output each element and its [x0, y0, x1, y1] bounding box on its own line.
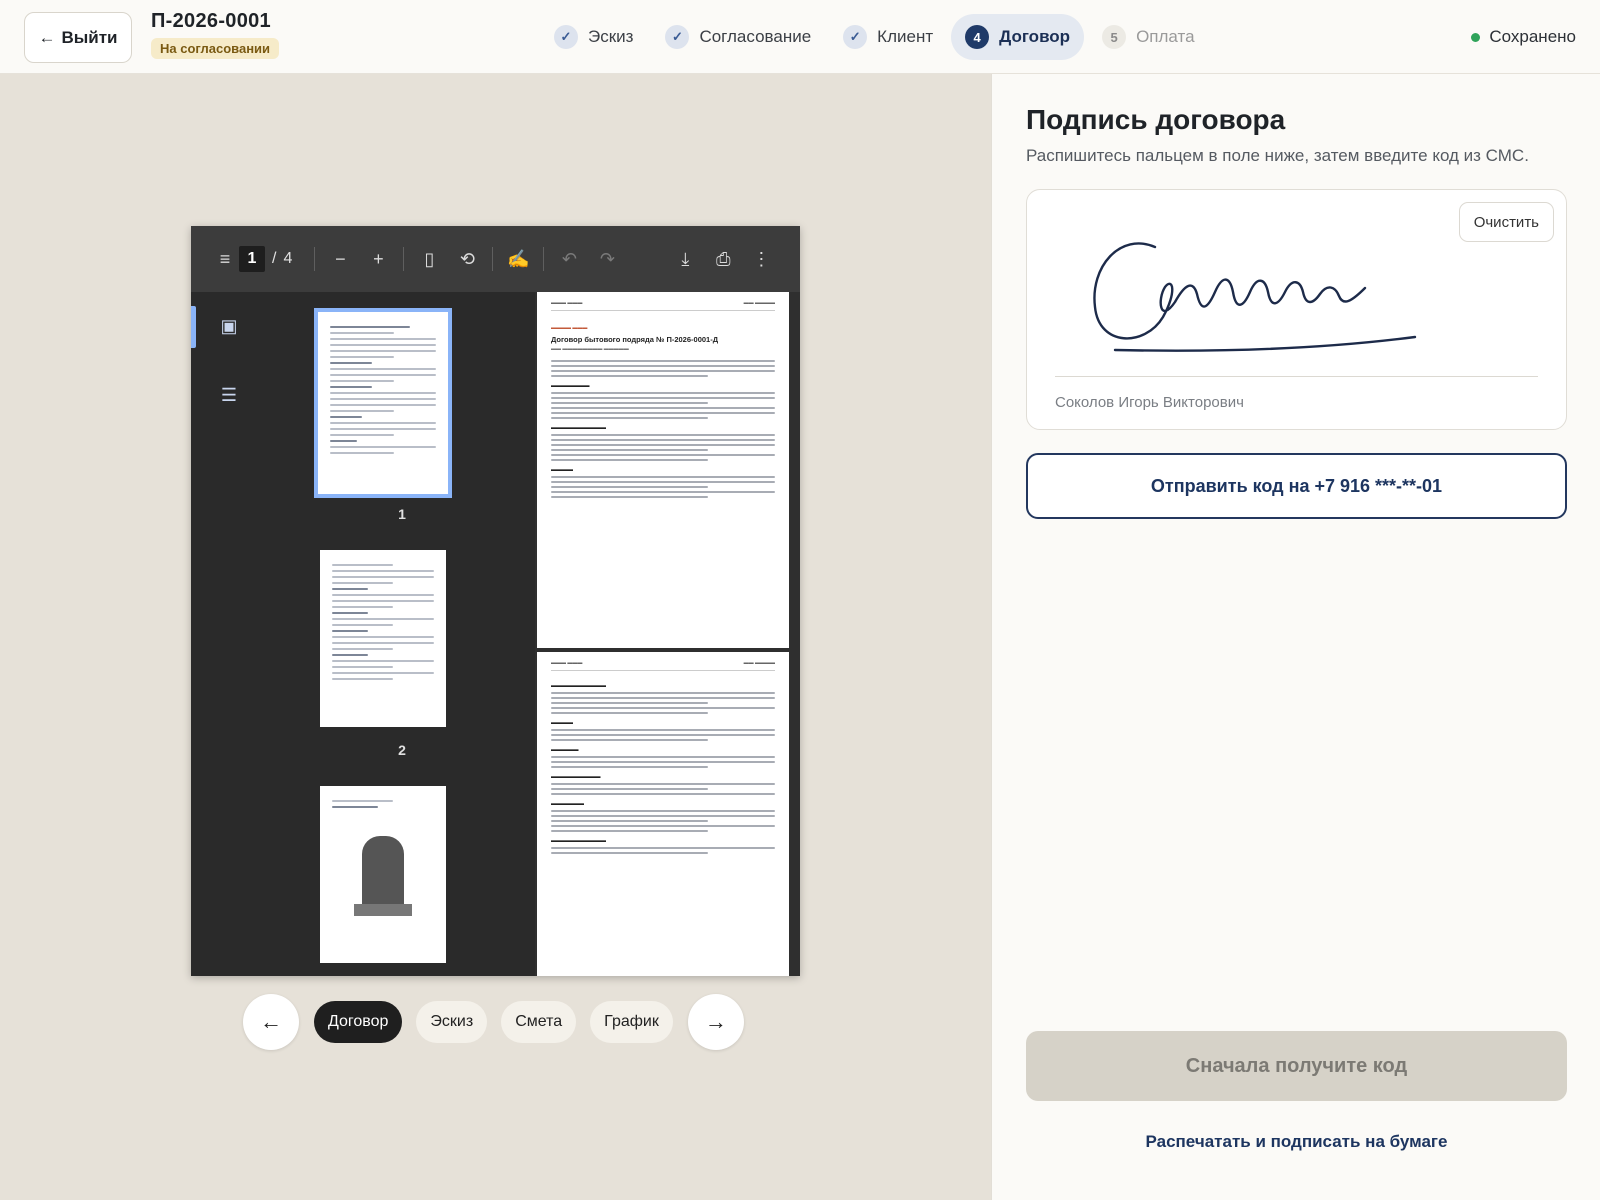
thumbnail-number: 2 [398, 742, 406, 758]
exit-label: Выйти [61, 27, 118, 47]
thumbnail-page-3[interactable] [320, 786, 446, 963]
panel-title: Подпись договора [1026, 104, 1286, 135]
pdf-viewer: ≡ 1 / 4 − + ▯ ⟲ ✍ ↶ ↷ ⤓ ⎙ ⋮ ▣ ☰ 1 2 ▬▬▬ … [191, 226, 800, 976]
step-number: 4 [965, 25, 990, 49]
stepper: ✓ Эскиз ✓ Согласование ✓ Клиент 4 Догово… [540, 14, 1213, 60]
step-label: Согласование [699, 27, 812, 46]
step-approval[interactable]: ✓ Согласование [651, 14, 825, 60]
thumbnail-panel: 1 2 [269, 292, 535, 976]
status-badge: На согласовании [151, 38, 280, 59]
step-number: 5 [1102, 25, 1127, 49]
monument-drawing [362, 836, 404, 906]
undo-icon[interactable]: ↶ [550, 249, 588, 270]
step-client[interactable]: ✓ Клиент [829, 14, 947, 60]
check-icon: ✓ [665, 25, 690, 49]
step-label: Клиент [877, 27, 934, 46]
thumbnail-page-2[interactable] [320, 550, 446, 727]
outline-icon[interactable]: ☰ [218, 385, 240, 405]
redo-icon[interactable]: ↷ [588, 249, 626, 270]
fit-page-icon[interactable]: ▯ [410, 249, 448, 270]
signature-drawing [1093, 242, 1417, 352]
page-view: ▬▬▬ ▬▬▬ ▬▬ ▬▬▬▬ ▬▬▬▬ ▬▬▬ Договор бытового… [535, 292, 800, 976]
step-label: Договор [999, 27, 1071, 46]
step-payment[interactable]: 5 Оплата [1088, 14, 1208, 60]
sidebar-rail: ▣ ☰ [191, 292, 269, 976]
step-sketch[interactable]: ✓ Эскиз [540, 14, 647, 60]
zoom-in-icon[interactable]: + [359, 249, 397, 270]
thumbnails-icon[interactable]: ▣ [218, 316, 240, 336]
saved-label: Сохранено [1489, 27, 1576, 46]
print-paper-link[interactable]: Распечатать и подписать на бумаге [1026, 1132, 1567, 1152]
exit-button[interactable]: ← Выйти [24, 12, 132, 63]
page-number-input[interactable]: 1 [239, 246, 265, 272]
arrow-left-icon: ← [260, 1009, 282, 1034]
signature-pad[interactable]: Очистить Соколов Игорь Викторович [1026, 189, 1567, 430]
prev-document-button[interactable]: ← [243, 994, 299, 1050]
panel-subtitle: Распишитесь пальцем в поле ниже, затем в… [1026, 146, 1529, 165]
pdf-toolbar: ≡ 1 / 4 − + ▯ ⟲ ✍ ↶ ↷ ⤓ ⎙ ⋮ [191, 226, 800, 292]
rail-active-indicator [191, 306, 196, 348]
total-pages: 4 [283, 250, 293, 267]
check-icon: ✓ [554, 25, 578, 49]
zoom-out-icon[interactable]: − [321, 249, 359, 270]
signature-baseline [1055, 376, 1538, 377]
menu-icon[interactable]: ≡ [211, 249, 239, 270]
order-id: П-2026-0001 [151, 10, 271, 32]
tab-contract[interactable]: Договор [314, 1001, 403, 1043]
annotate-icon[interactable]: ✍ [499, 249, 537, 270]
next-document-button[interactable]: → [687, 994, 744, 1050]
step-contract[interactable]: 4 Договор [951, 14, 1085, 60]
step-label: Эскиз [588, 27, 634, 46]
document-preview-area: ≡ 1 / 4 − + ▯ ⟲ ✍ ↶ ↷ ⤓ ⎙ ⋮ ▣ ☰ 1 2 ▬▬▬ … [0, 74, 991, 1200]
tab-sketch[interactable]: Эскиз [416, 1001, 488, 1043]
page-separator: / [272, 250, 277, 267]
top-header: ← Выйти П-2026-0001 На согласовании ✓ Эс… [0, 0, 1600, 74]
status-dot-icon [1471, 32, 1481, 42]
document-page-1: ▬▬▬ ▬▬▬ ▬▬ ▬▬▬▬ ▬▬▬▬ ▬▬▬ Договор бытового… [537, 292, 789, 648]
document-page-2: ▬▬▬ ▬▬▬ ▬▬ ▬▬▬▬ ▬▬▬▬▬▬▬▬▬▬ ▬▬▬▬ ▬▬▬▬▬ ▬▬▬… [537, 652, 789, 976]
thumbnail-number: 1 [398, 506, 406, 522]
print-icon[interactable]: ⎙ [704, 249, 742, 270]
save-status: Сохранено [1471, 27, 1576, 47]
send-code-button[interactable]: Отправить код на +7 916 ***-**-01 [1026, 453, 1567, 519]
confirm-sign-button[interactable]: Сначала получите код [1026, 1031, 1567, 1101]
step-label: Оплата [1136, 27, 1195, 46]
rotate-icon[interactable]: ⟲ [448, 249, 486, 270]
clear-signature-button[interactable]: Очистить [1458, 202, 1554, 242]
tab-schedule[interactable]: График [590, 1001, 673, 1043]
document-tabs: ← Договор Эскиз Смета График → [243, 994, 744, 1050]
tab-estimate[interactable]: Смета [501, 1001, 577, 1043]
download-icon[interactable]: ⤓ [666, 249, 704, 270]
signature-panel: Подпись договора Распишитесь пальцем в п… [991, 74, 1600, 1200]
order-info: П-2026-0001 На согласовании [151, 10, 280, 59]
signer-name: Соколов Игорь Викторович [1055, 394, 1244, 411]
arrow-right-icon: → [704, 1009, 727, 1034]
thumbnail-page-1[interactable] [314, 308, 452, 498]
check-icon: ✓ [843, 25, 868, 49]
arrow-left-icon: ← [38, 27, 56, 47]
document-title: Договор бытового подряда № П-2026-0001-Д [551, 335, 719, 344]
more-icon[interactable]: ⋮ [742, 249, 780, 270]
